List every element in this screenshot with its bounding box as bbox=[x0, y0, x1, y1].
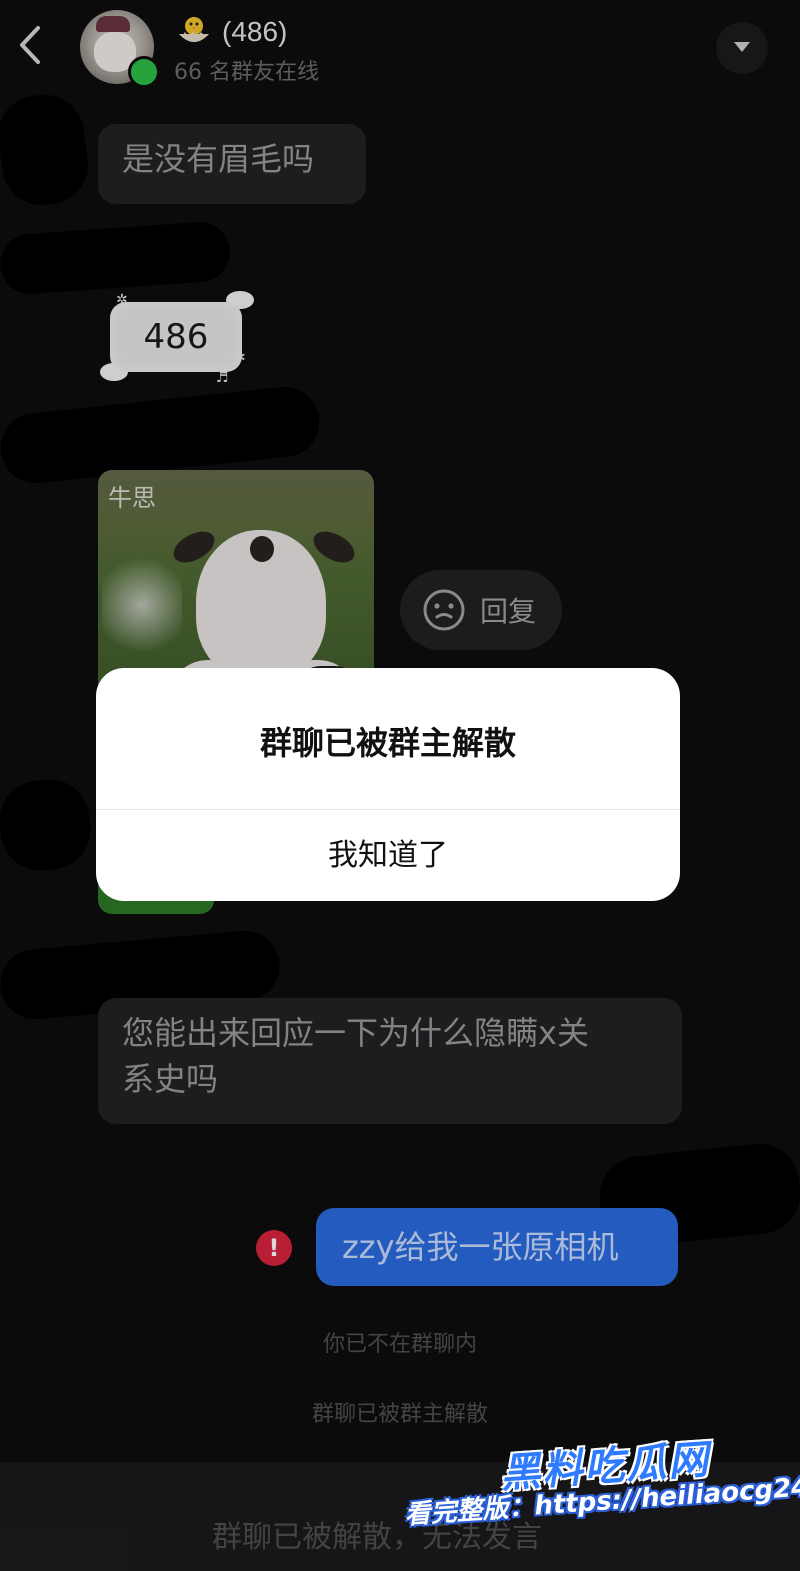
dialog-title: 群聊已被群主解散 bbox=[259, 724, 516, 762]
chat-screen: (486) 66 名群友在线 是没有眉毛吗 ✲ ✲ ♬ 486 bbox=[0, 0, 800, 1571]
alert-dialog: 群聊已被群主解散 我知道了 bbox=[96, 668, 680, 901]
confirm-button[interactable]: 我知道了 bbox=[96, 810, 680, 901]
